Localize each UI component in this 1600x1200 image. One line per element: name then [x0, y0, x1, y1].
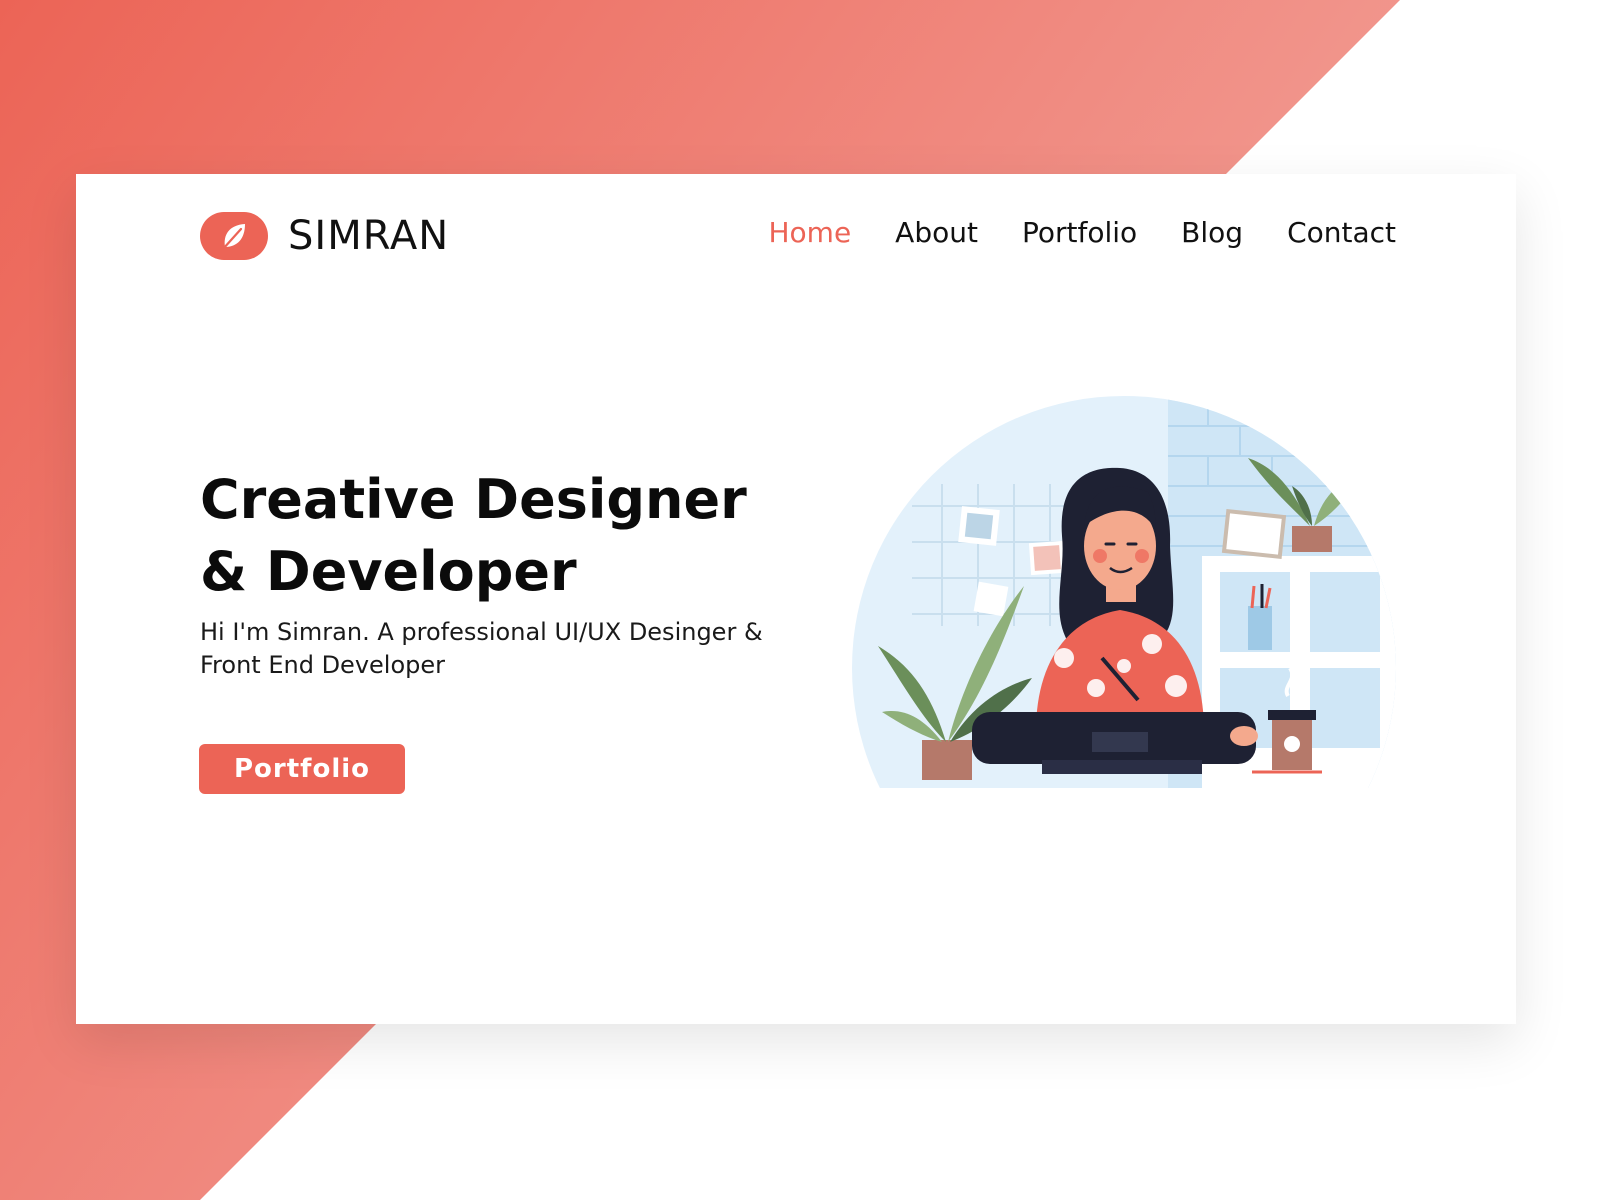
- main-nav: Home About Portfolio Blog Contact: [768, 216, 1396, 249]
- nav-home[interactable]: Home: [768, 216, 851, 249]
- leaf-icon: [200, 212, 268, 260]
- brand-name: SIMRAN: [288, 213, 450, 259]
- landing-card: SIMRAN Home About Portfolio Blog Contact…: [76, 174, 1516, 1024]
- nav-portfolio[interactable]: Portfolio: [1022, 216, 1137, 249]
- hero-illustration: [852, 396, 1396, 788]
- nav-contact[interactable]: Contact: [1287, 216, 1396, 249]
- hero-subtitle: Hi I'm Simran. A professional UI/UX Desi…: [200, 618, 763, 679]
- hero-title: Creative Designer & Developer: [200, 464, 840, 608]
- hero-title-line-2: & Developer: [200, 540, 577, 603]
- brand-logo[interactable]: SIMRAN: [200, 212, 449, 260]
- portfolio-button[interactable]: Portfolio: [199, 744, 405, 794]
- hero-title-line-1: Creative Designer: [200, 468, 747, 531]
- nav-about[interactable]: About: [895, 216, 978, 249]
- nav-blog[interactable]: Blog: [1181, 216, 1243, 249]
